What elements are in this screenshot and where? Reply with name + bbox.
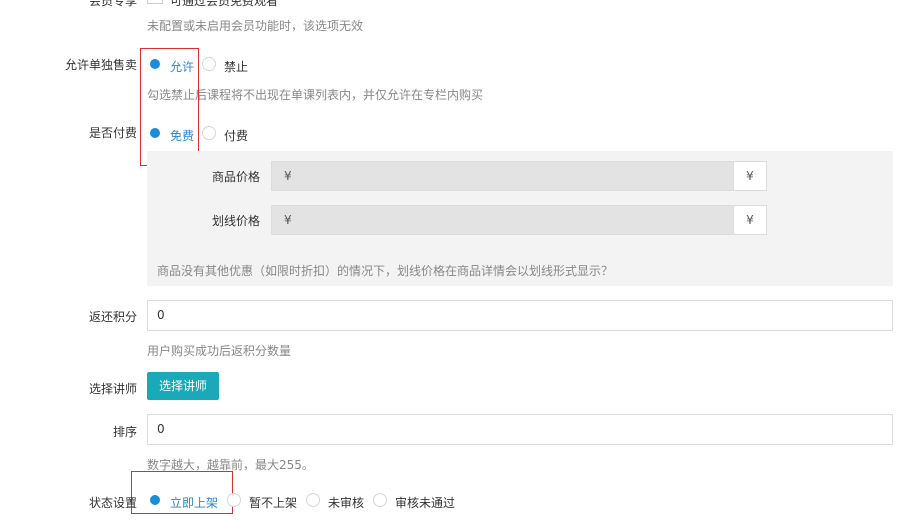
member-checkbox-text: 可通过会员免费观看 — [170, 0, 279, 8]
member-discount-label: 会员专享 — [88, 0, 137, 8]
member-checkbox[interactable] — [147, 0, 163, 4]
sort-label: 排序 — [112, 425, 137, 439]
radio-dot — [227, 492, 241, 507]
radio-dot — [202, 56, 216, 71]
status-label: 状态设置 — [88, 496, 137, 510]
product-price-input-group: ¥ ¥ — [271, 161, 767, 191]
radio-dot — [373, 492, 387, 507]
radio-not-listed-label: 暂不上架 — [249, 496, 298, 510]
radio-list-now-label: 立即上架 — [170, 496, 219, 510]
strike-price-input[interactable]: ¥ — [271, 205, 734, 235]
select-lecturer-button[interactable]: 选择讲师 — [147, 372, 219, 400]
radio-forbid-label: 禁止 — [224, 60, 249, 74]
sort-input[interactable]: 0 — [147, 414, 893, 445]
radio-rejected-label: 审核未通过 — [395, 496, 456, 510]
radio-dot — [148, 492, 162, 507]
pricing-hint: 商品没有其他优惠（如限时折扣）的情况下，划线价格在商品详情会以划线形式显示？ — [157, 264, 614, 278]
radio-paid[interactable]: 付费 — [202, 125, 249, 144]
allow-single-sale-label: 允许单独售卖 — [64, 58, 137, 72]
highlight-box-sale-and-paid — [140, 48, 199, 166]
sort-hint: 数字越大，越靠前，最大255。 — [147, 458, 314, 472]
product-price-label: 商品价格 — [212, 170, 261, 184]
lecturer-label: 选择讲师 — [88, 382, 137, 396]
product-price-input[interactable]: ¥ — [271, 161, 734, 191]
member-hint: 未配置或未启用会员功能时，该选项无效 — [147, 19, 364, 33]
is-paid-label: 是否付费 — [88, 126, 137, 140]
radio-unreviewed-label: 未审核 — [328, 496, 365, 510]
radio-list-now[interactable]: 立即上架 — [148, 492, 219, 511]
radio-not-listed[interactable]: 暂不上架 — [227, 492, 298, 511]
product-price-currency-addon: ¥ — [734, 161, 767, 191]
radio-dot — [306, 492, 320, 507]
points-hint: 用户购买成功后返积分数量 — [147, 344, 292, 358]
strike-price-input-group: ¥ ¥ — [271, 205, 767, 235]
strike-price-label: 划线价格 — [212, 214, 261, 228]
radio-rejected[interactable]: 审核未通过 — [373, 492, 456, 511]
points-label: 返还积分 — [88, 310, 137, 324]
strike-price-currency-addon: ¥ — [734, 205, 767, 235]
points-input[interactable]: 0 — [147, 300, 893, 331]
radio-dot — [202, 125, 216, 140]
radio-paid-label: 付费 — [224, 129, 249, 143]
radio-unreviewed[interactable]: 未审核 — [306, 492, 365, 511]
radio-forbid[interactable]: 禁止 — [202, 56, 249, 75]
